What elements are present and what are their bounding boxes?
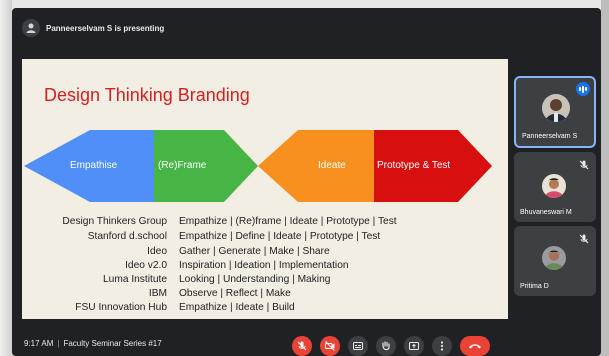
table-row: Ideo Gather | Generate | Make | Share bbox=[22, 246, 508, 260]
presenter-avatar-icon bbox=[22, 19, 40, 37]
screen-edge-right bbox=[601, 0, 609, 356]
current-time: 9:17 AM bbox=[24, 339, 54, 348]
camera-off-icon bbox=[325, 341, 335, 351]
divider: | bbox=[57, 339, 60, 348]
avatar bbox=[542, 174, 566, 198]
raise-hand-icon bbox=[382, 341, 390, 351]
mic-muted-icon bbox=[578, 232, 590, 244]
table-row: IBM Observe | Reflect | Make bbox=[22, 288, 508, 302]
participant-tile-panneerselvam[interactable]: Panneerselvam S bbox=[514, 76, 596, 148]
meeting-window: Panneerselvam S is presenting Design Thi… bbox=[12, 8, 601, 356]
band-label-prototype-test: Prototype & Test bbox=[377, 160, 451, 171]
camera-toggle-button[interactable] bbox=[320, 336, 340, 356]
participant-name: Pritima D bbox=[520, 283, 549, 290]
participant-name: Bhuvaneswari M bbox=[520, 209, 572, 216]
meeting-title: Faculty Seminar Series #17 bbox=[63, 339, 162, 348]
org-name: IBM bbox=[148, 288, 167, 299]
org-name: Ideo bbox=[147, 246, 167, 257]
band-label-empathise: Empathise bbox=[70, 160, 118, 171]
band-label-ideate: Ideate bbox=[318, 160, 346, 171]
screen-glare-left bbox=[0, 0, 12, 356]
participant-tile-bhuvaneswari[interactable]: Bhuvaneswari M bbox=[514, 152, 596, 222]
end-call-icon bbox=[469, 344, 481, 349]
captions-icon bbox=[353, 342, 363, 350]
end-call-button[interactable] bbox=[460, 336, 490, 356]
speaking-indicator-icon bbox=[576, 82, 590, 96]
meeting-controls-bar: 9:17 AM | Faculty Seminar Series #17 bbox=[12, 332, 601, 356]
table-row: Luma Institute Looking | Understanding |… bbox=[22, 274, 508, 288]
table-row: Design Thinkers Group Empathize | (Re)fr… bbox=[22, 216, 508, 230]
avatar bbox=[542, 94, 570, 122]
table-row: Stanford d.school Empathize | Define | I… bbox=[22, 231, 508, 245]
captions-button[interactable] bbox=[348, 336, 368, 356]
mic-muted-icon bbox=[578, 158, 590, 170]
org-steps: Empathize | Ideate | Build bbox=[179, 302, 295, 313]
org-name: Luma Institute bbox=[103, 274, 167, 285]
meeting-info: 9:17 AM | Faculty Seminar Series #17 bbox=[24, 339, 162, 348]
presenting-label: Panneerselvam S is presenting bbox=[46, 23, 165, 33]
org-steps: Looking | Understanding | Making bbox=[179, 274, 331, 285]
present-now-button[interactable] bbox=[404, 336, 424, 356]
table-row: FSU Innovation Hub Empathize | Ideate | … bbox=[22, 302, 508, 316]
participant-tile-pritima[interactable]: Pritima D bbox=[514, 226, 596, 296]
participant-name: Panneerselvam S bbox=[522, 133, 578, 140]
org-name: FSU Innovation Hub bbox=[75, 302, 167, 313]
org-steps: Empathize | Define | Ideate | Prototype … bbox=[179, 231, 381, 242]
raise-hand-button[interactable] bbox=[376, 336, 396, 356]
org-steps: Empathize | (Re)frame | Ideate | Prototy… bbox=[179, 216, 397, 227]
present-icon bbox=[409, 342, 419, 350]
org-name: Design Thinkers Group bbox=[62, 216, 167, 227]
presenting-banner: Panneerselvam S is presenting bbox=[22, 18, 164, 38]
avatar bbox=[542, 246, 566, 270]
band-ideate bbox=[258, 130, 374, 202]
mic-off-icon bbox=[297, 341, 307, 351]
org-name: Ideo v2.0 bbox=[125, 260, 167, 271]
shared-slide: Design Thinking Branding Empathise (Re)F… bbox=[22, 59, 508, 319]
mic-toggle-button[interactable] bbox=[292, 336, 312, 356]
org-steps: Inspiration | Ideation | Implementation bbox=[179, 260, 349, 271]
more-options-icon bbox=[440, 341, 444, 351]
org-name: Stanford d.school bbox=[87, 231, 167, 242]
more-options-button[interactable] bbox=[432, 336, 452, 356]
org-steps: Gather | Generate | Make | Share bbox=[179, 246, 330, 257]
org-steps: Observe | Reflect | Make bbox=[179, 288, 291, 299]
band-label-reframe: (Re)Frame bbox=[158, 160, 207, 171]
table-row: Ideo v2.0 Inspiration | Ideation | Imple… bbox=[22, 260, 508, 274]
